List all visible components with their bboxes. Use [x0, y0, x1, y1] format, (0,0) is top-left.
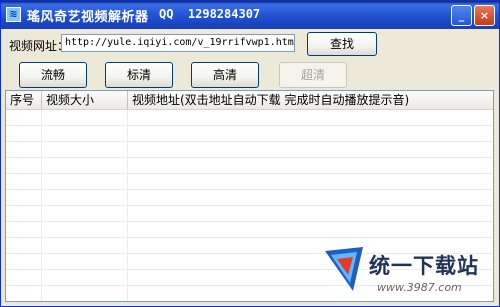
window-title-qq: QQ 1298284307 [159, 7, 261, 21]
close-button[interactable]: × [474, 5, 495, 26]
column-header-url[interactable]: 视频地址(双击地址自动下载 完成时自动播放提示音) [128, 91, 468, 109]
app-icon: ≋ [6, 7, 21, 22]
search-button[interactable]: 查找 [307, 32, 377, 56]
quality-smooth-button[interactable]: 流畅 [19, 62, 87, 88]
list-header: 序号 视频大小 视频地址(双击地址自动下载 完成时自动播放提示音) [6, 91, 493, 110]
url-input[interactable]: http://yule.iqiyi.com/v_19rrifvwp1.html [61, 34, 295, 52]
url-label: 视频网址： [9, 39, 70, 53]
quality-standard-button[interactable]: 标清 [105, 62, 173, 88]
column-header-index[interactable]: 序号 [6, 91, 42, 109]
minimize-button[interactable]: _ [451, 5, 472, 26]
app-window: ≋ 瑤风奇艺视频解析器 QQ 1298284307 _ × 视频网址： http… [0, 0, 500, 307]
watermark: 统一下载站 www.3987.com [323, 245, 495, 301]
title-bar[interactable]: ≋ 瑤风奇艺视频解析器 QQ 1298284307 _ × [1, 1, 499, 29]
watermark-logo-icon [325, 247, 363, 291]
quality-super-button[interactable]: 超清 [279, 62, 347, 88]
watermark-text: 统一下载站 [369, 254, 479, 278]
quality-high-button[interactable]: 高清 [191, 62, 259, 88]
window-title: 瑤风奇艺视频解析器 [27, 10, 149, 25]
watermark-url: www.3987.com [377, 281, 462, 294]
window-controls: _ × [451, 5, 495, 26]
column-header-size[interactable]: 视频大小 [42, 91, 128, 109]
